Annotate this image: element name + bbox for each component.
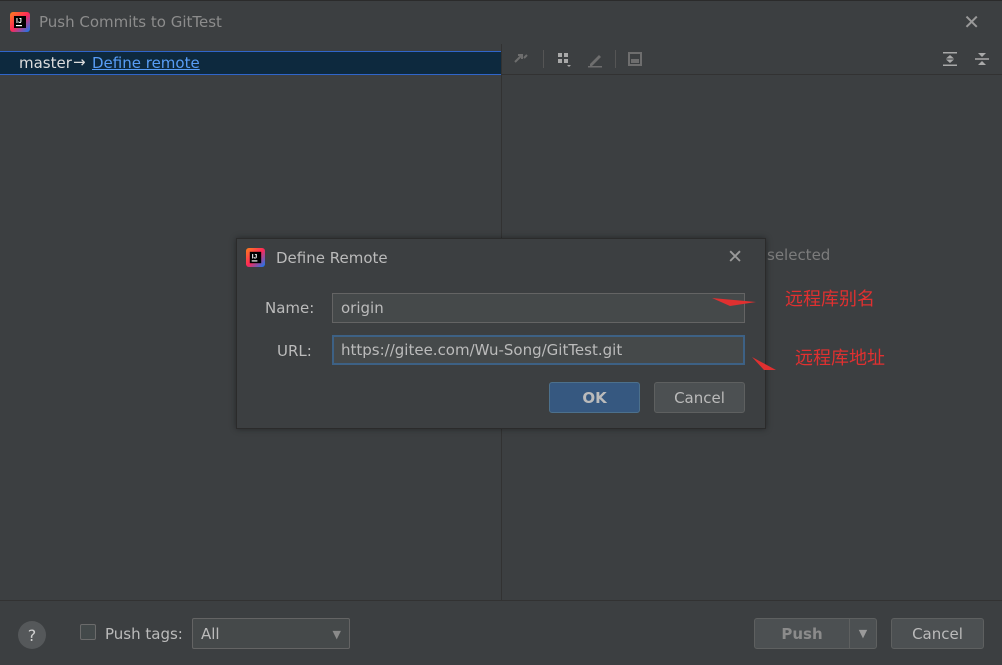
intellij-logo-icon: IJ <box>10 12 30 32</box>
remote-name-input[interactable]: origin <box>332 293 745 323</box>
toolbar-separator <box>615 50 616 68</box>
show-diff-icon[interactable] <box>510 48 532 70</box>
svg-text:IJ: IJ <box>16 18 22 25</box>
name-label: Name: <box>265 299 315 317</box>
ok-button[interactable]: OK <box>549 382 640 413</box>
toolbar-separator <box>543 50 544 68</box>
annotation-remote-url: 远程库地址 <box>795 348 885 369</box>
url-label: URL: <box>277 342 312 360</box>
window-title-bar: IJ Push Commits to GitTest ✕ <box>0 0 1002 44</box>
window-title: Push Commits to GitTest <box>39 13 222 31</box>
collapse-all-icon[interactable] <box>971 48 993 70</box>
expand-all-icon[interactable] <box>939 48 961 70</box>
close-icon[interactable]: ✕ <box>727 246 743 268</box>
branch-name: master <box>19 54 72 72</box>
tags-select-value: All <box>201 625 220 643</box>
right-arrow-icon: → <box>73 53 86 71</box>
preview-icon[interactable] <box>624 48 646 70</box>
empty-status-text: selected <box>767 246 831 264</box>
push-options-dropdown[interactable]: ▼ <box>849 618 877 649</box>
push-button[interactable]: Push <box>754 618 850 649</box>
svg-text:IJ: IJ <box>252 253 258 260</box>
cancel-button[interactable]: Cancel <box>891 618 984 649</box>
dialog-cancel-button[interactable]: Cancel <box>654 382 745 413</box>
intellij-logo-icon: IJ <box>246 248 265 267</box>
help-button[interactable]: ? <box>18 621 46 649</box>
dialog-title: Define Remote <box>276 249 388 267</box>
push-tags-checkbox[interactable] <box>80 624 96 640</box>
changes-toolbar <box>502 44 1002 75</box>
annotation-remote-alias: 远程库别名 <box>785 289 875 310</box>
define-remote-link[interactable]: Define remote <box>92 54 200 72</box>
edit-icon[interactable] <box>584 48 606 70</box>
branch-row-master[interactable]: master → Define remote <box>0 51 501 75</box>
close-icon[interactable]: ✕ <box>963 10 980 34</box>
chevron-down-icon: ▼ <box>332 628 341 641</box>
push-tags-label[interactable]: Push tags: <box>105 625 183 643</box>
bottom-bar: ? Push tags: All ▼ Push ▼ Cancel <box>0 600 1002 665</box>
annotation-arrows <box>712 298 776 370</box>
tags-select[interactable]: All ▼ <box>192 618 350 649</box>
chevron-down-icon: ▼ <box>858 627 868 640</box>
annotation-arrow-url <box>752 357 776 370</box>
annotation-arrow-name <box>712 298 756 306</box>
group-by-icon[interactable] <box>553 48 575 70</box>
define-remote-dialog: IJ Define Remote ✕ Name: origin URL: htt… <box>236 238 766 429</box>
remote-url-input[interactable]: https://gitee.com/Wu-Song/GitTest.git <box>332 335 745 365</box>
